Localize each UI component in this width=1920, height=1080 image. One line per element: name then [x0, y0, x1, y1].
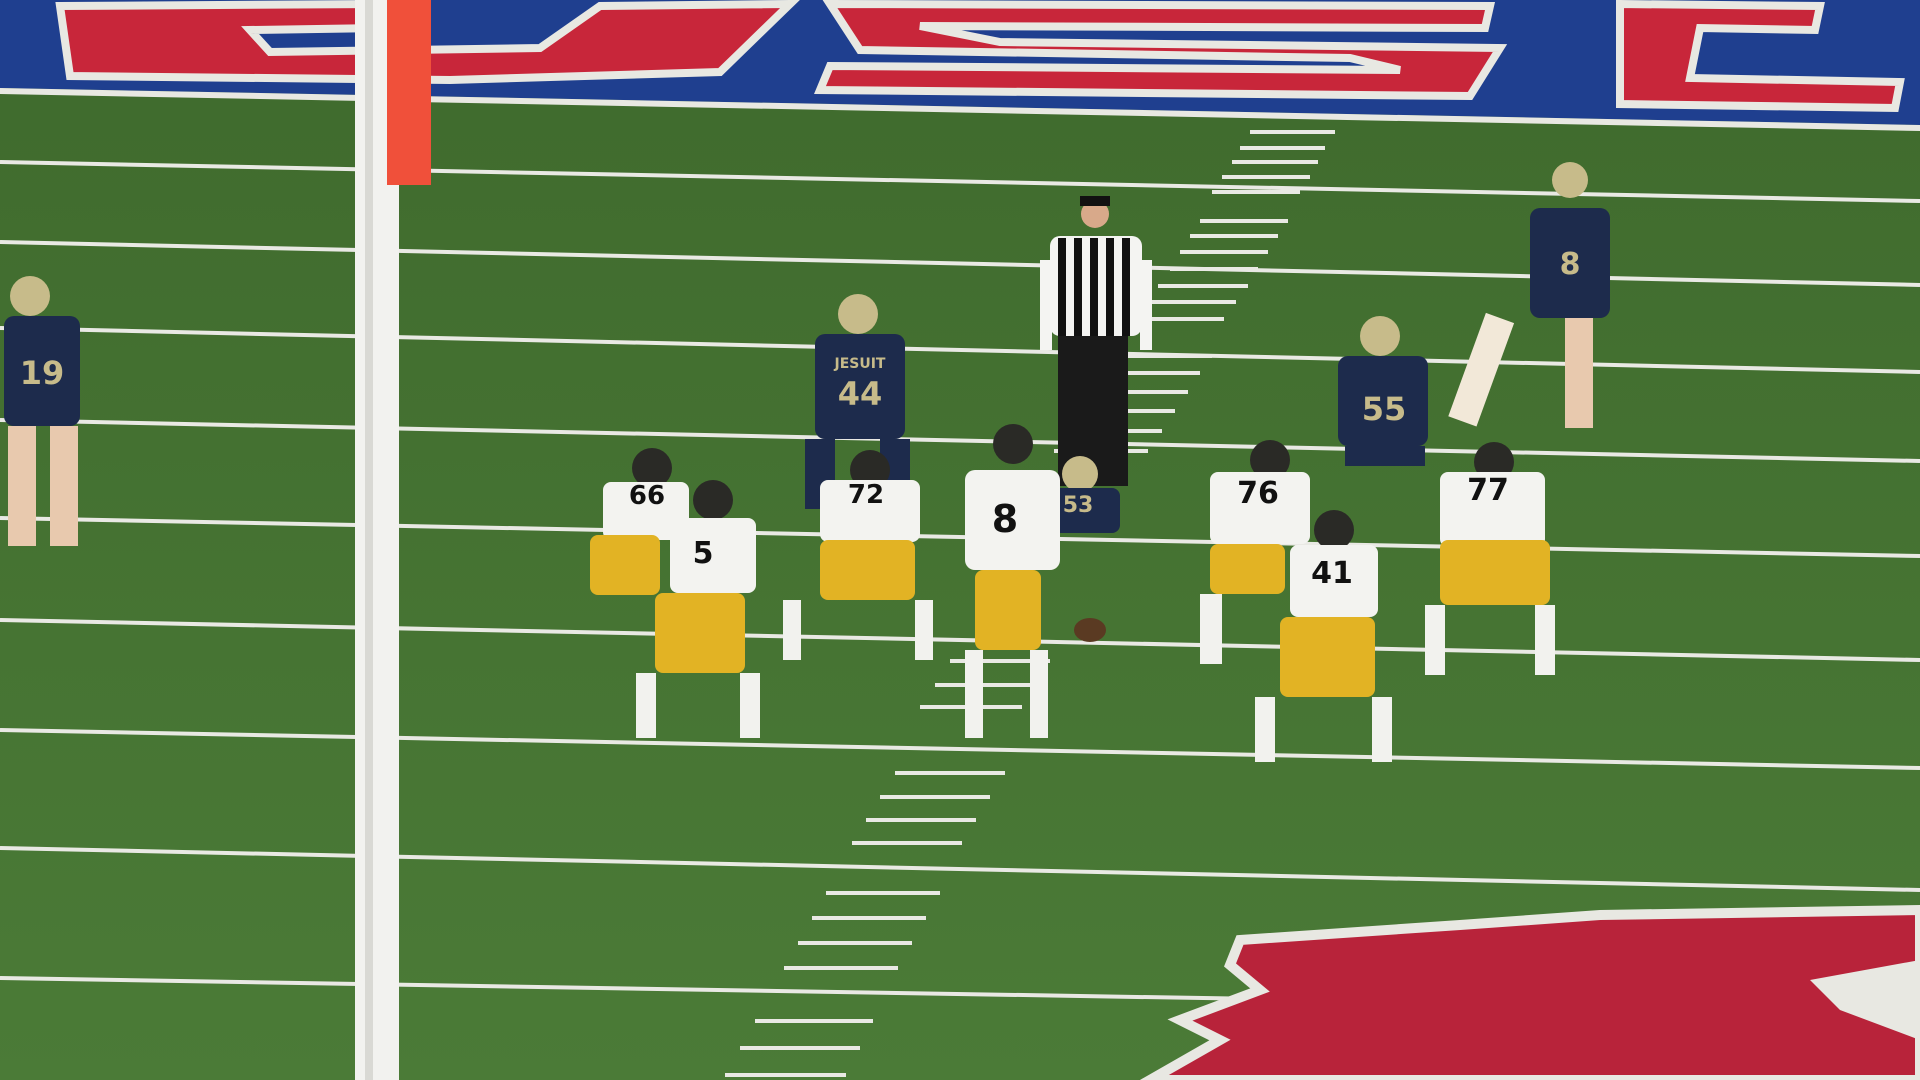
home-player-number: 53: [1063, 493, 1094, 518]
football-field-scene: 19 JESUIT 44 55 53 8 66 5 72 8 76 41 77: [0, 0, 1920, 1080]
away-player-number: 8: [992, 497, 1018, 541]
away-player-number: 72: [848, 480, 884, 510]
away-player-number: 77: [1467, 473, 1509, 508]
pylon-flag: [387, 0, 431, 185]
midfield-logo: [1139, 904, 1920, 1080]
home-player-number: 55: [1362, 390, 1407, 428]
football: [1074, 618, 1106, 642]
away-player-number: 5: [693, 536, 714, 571]
home-player-number: 8: [1560, 247, 1581, 282]
field-svg: 19 JESUIT 44 55 53 8 66 5 72 8 76 41 77: [0, 0, 1920, 1080]
endzone-letter-s: [814, 0, 1508, 101]
home-player-number: 19: [20, 354, 65, 392]
away-player-number: 76: [1237, 476, 1279, 511]
home-jersey-wordmark: JESUIT: [834, 356, 886, 372]
away-player-number: 41: [1311, 556, 1353, 591]
away-player-number: 66: [629, 481, 665, 511]
home-player-number: 44: [838, 375, 883, 413]
